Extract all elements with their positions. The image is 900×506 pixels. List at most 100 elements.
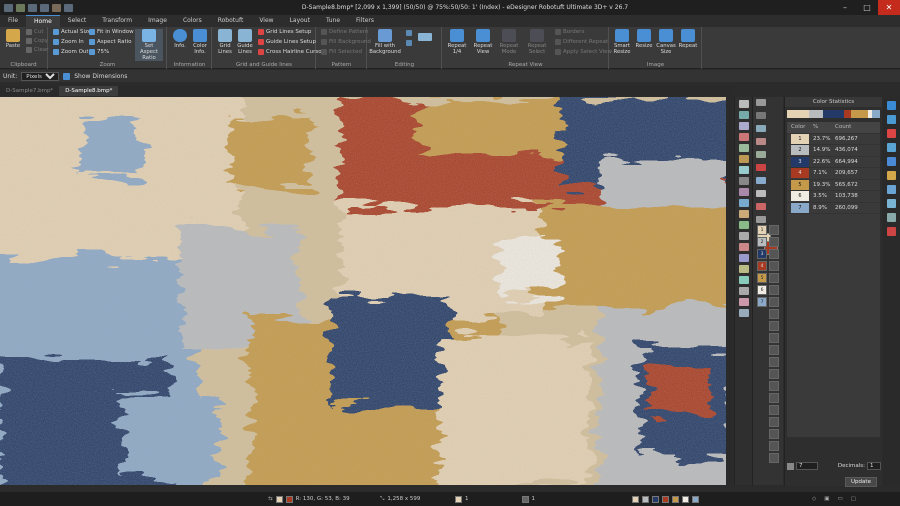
open-icon[interactable] — [4, 3, 13, 12]
define-pattern-button[interactable]: Define Pattern — [321, 29, 369, 35]
maximize-button[interactable]: □ — [856, 0, 878, 15]
empty-swatch[interactable] — [769, 249, 779, 259]
menu-filters[interactable]: Filters — [348, 15, 382, 27]
save-icon[interactable] — [16, 3, 25, 12]
status-color[interactable] — [672, 495, 679, 503]
ellipse-icon[interactable] — [738, 188, 749, 196]
rectangle-icon[interactable] — [738, 177, 749, 185]
apply-select-view-button[interactable]: Apply Select View — [555, 49, 612, 55]
update-button[interactable]: Update — [845, 477, 877, 487]
status-color[interactable] — [632, 495, 639, 503]
canvas-size-button[interactable]: Canvas Size — [654, 29, 678, 55]
new-icon[interactable] — [64, 3, 73, 12]
minimize-button[interactable]: – — [834, 0, 856, 15]
pen-icon[interactable] — [738, 122, 749, 130]
empty-swatch[interactable] — [769, 333, 779, 343]
zoom-in-button[interactable]: Zoom In — [53, 39, 84, 45]
tool-c-icon[interactable] — [756, 125, 766, 132]
empty-swatch[interactable] — [769, 297, 779, 307]
palette-swatch-3[interactable]: 3 — [757, 249, 767, 259]
resize-button[interactable]: Resize — [632, 29, 656, 49]
select-rect-icon[interactable] — [738, 199, 749, 207]
menu-transform[interactable]: Transform — [94, 15, 140, 27]
pattern-icon[interactable] — [887, 143, 896, 152]
tool-a-icon[interactable] — [756, 99, 766, 106]
settings-icon[interactable] — [887, 213, 896, 222]
count-input[interactable]: 7 — [796, 462, 818, 470]
palette-icon[interactable] — [887, 129, 896, 138]
zoom-tool-icon[interactable] — [738, 309, 749, 317]
move-icon[interactable] — [738, 232, 749, 240]
edit-tool-2[interactable] — [406, 40, 412, 46]
edit-tool-3[interactable] — [418, 33, 432, 41]
tool-g-icon[interactable] — [756, 177, 766, 184]
empty-swatch[interactable] — [769, 321, 779, 331]
image-canvas[interactable] — [0, 97, 733, 485]
repeat-view-button[interactable]: Repeat View — [471, 29, 495, 55]
menu-layout[interactable]: Layout — [282, 15, 318, 27]
decimals-input[interactable]: 1 — [867, 462, 881, 470]
color-info-button[interactable]: Color Info. — [188, 29, 212, 55]
layers-icon[interactable] — [887, 171, 896, 180]
menu-robotuft[interactable]: Robotuft — [210, 15, 252, 27]
image-repeat-button[interactable]: Repeat — [676, 29, 700, 49]
lock-icon[interactable]: ▣ — [824, 496, 829, 502]
blur-icon[interactable] — [738, 265, 749, 273]
table-row[interactable]: 2 14.9% 436,074 — [787, 145, 880, 157]
table-row[interactable]: 3 22.6% 664,994 — [787, 156, 880, 168]
menu-colors[interactable]: Colors — [175, 15, 210, 27]
tab-d-sample8[interactable]: D-Sample8.bmp* — [59, 86, 119, 96]
borders-button[interactable]: Borders — [555, 29, 584, 35]
empty-swatch[interactable] — [769, 381, 779, 391]
palette-swatch-4[interactable]: 4 — [757, 261, 767, 271]
dropper-icon[interactable] — [738, 155, 749, 163]
stamp-icon[interactable] — [738, 243, 749, 251]
empty-swatch[interactable] — [769, 285, 779, 295]
table-row[interactable]: 4 7.1% 209,657 — [787, 168, 880, 180]
table-row[interactable]: 7 8.9% 260,099 — [787, 202, 880, 214]
empty-swatch[interactable] — [769, 237, 779, 247]
status-color[interactable] — [642, 495, 649, 503]
chart-icon[interactable] — [887, 157, 896, 166]
edit-tool-1[interactable] — [406, 30, 412, 36]
menu-file[interactable]: File — [0, 15, 26, 27]
palette-swatch-5[interactable]: 5 — [757, 273, 767, 283]
cross-hairline-button[interactable]: Cross Hairline Cursor — [258, 49, 324, 55]
tool-i-icon[interactable] — [756, 203, 766, 210]
empty-swatch[interactable] — [769, 369, 779, 379]
empty-swatch[interactable] — [769, 225, 779, 235]
set-aspect-ratio-button[interactable]: Set Aspect Ratio — [135, 29, 163, 61]
fit-window-button[interactable]: Fit in Window — [89, 29, 134, 35]
table-row[interactable]: 1 23.7% 696,267 — [787, 133, 880, 145]
copy-button[interactable]: Copy — [26, 38, 48, 44]
curves-icon[interactable] — [887, 115, 896, 124]
palette-swatch-6[interactable]: 6 — [757, 285, 767, 295]
smudge-icon[interactable] — [738, 276, 749, 284]
zoom-75-button[interactable]: 75% — [89, 49, 109, 55]
monitor-icon[interactable]: ▭ — [837, 496, 842, 502]
print-icon[interactable] — [52, 3, 61, 12]
menu-image[interactable]: Image — [140, 15, 175, 27]
menu-select[interactable]: Select — [60, 15, 95, 27]
fill-tool-icon[interactable] — [738, 144, 749, 152]
repeat-mode-button[interactable]: Repeat Mode — [497, 29, 521, 55]
fill-selected-button[interactable]: Fill Selected — [321, 49, 362, 55]
clear-button[interactable]: Clear — [26, 47, 48, 53]
redo-icon[interactable] — [40, 3, 49, 12]
hand-icon[interactable] — [738, 298, 749, 306]
tab-d-sample7[interactable]: D-Sample7.bmp* — [0, 86, 59, 96]
close-button[interactable]: ✕ — [878, 0, 900, 15]
menu-home[interactable]: Home — [26, 14, 60, 28]
guide-setup-button[interactable]: Guide Lines Setup — [258, 39, 316, 45]
fill-with-background-button[interactable]: Fill with Background — [369, 29, 401, 55]
fill-background-button[interactable]: Fill Background — [321, 39, 371, 45]
pointer-icon[interactable] — [738, 100, 749, 108]
actual-size-button[interactable]: Actual Size — [53, 29, 91, 35]
ruler-icon[interactable] — [887, 227, 896, 236]
empty-swatch[interactable] — [769, 273, 779, 283]
unit-select[interactable]: Pixels — [21, 71, 60, 81]
tool-f-icon[interactable] — [756, 164, 766, 171]
menu-view[interactable]: View — [251, 15, 281, 27]
status-color[interactable] — [682, 495, 689, 503]
palette-swatch-7[interactable]: 7 — [757, 297, 767, 307]
